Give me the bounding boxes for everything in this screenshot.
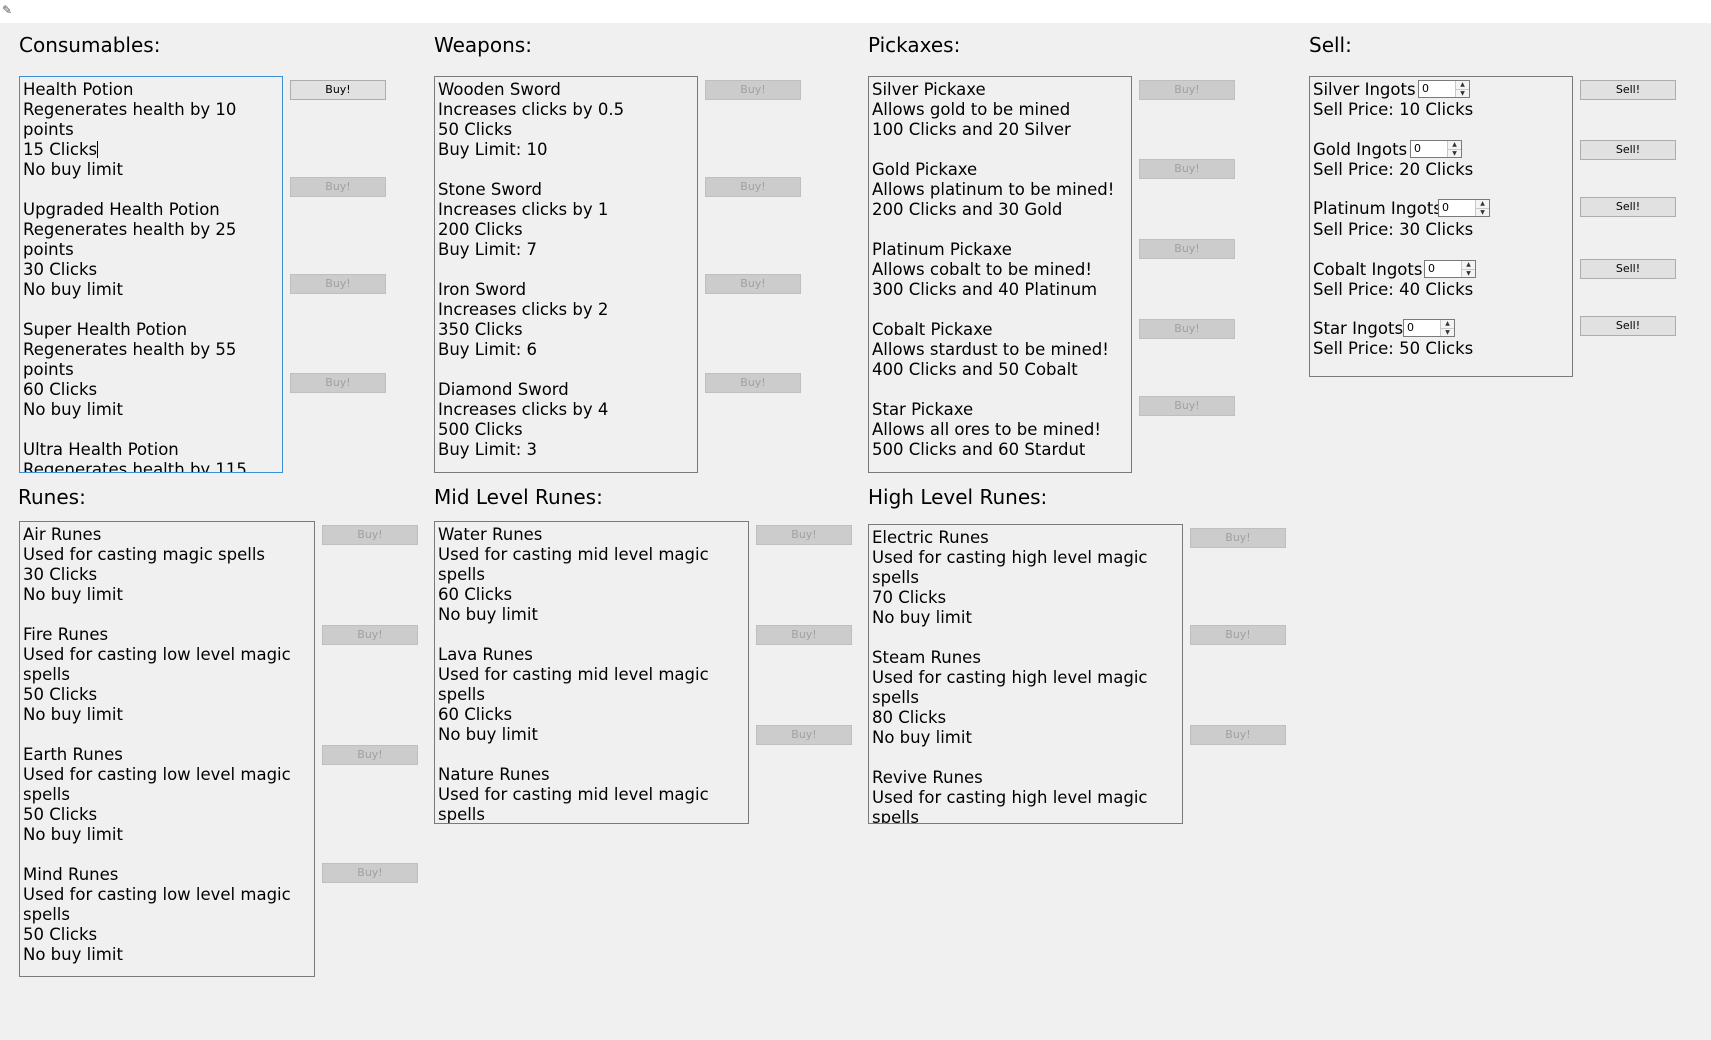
sell-star-ingots-button[interactable]: Sell!	[1580, 316, 1676, 336]
buy-iron-sword-button[interactable]: Buy!	[705, 274, 801, 294]
star-ingots-quantity-stepper[interactable]: 0 ▲ ▼	[1403, 319, 1455, 337]
buy-cobalt-pickaxe-button[interactable]: Buy!	[1139, 319, 1235, 339]
weapons-text: Wooden Sword Increases clicks by 0.5 50 …	[438, 80, 625, 459]
consumables-textbox[interactable]: Health Potion Regenerates health by 10 p…	[19, 76, 283, 473]
high-runes-text: Electric Runes Used for casting high lev…	[872, 528, 1148, 824]
spin-down-icon[interactable]: ▼	[1441, 328, 1454, 336]
sell-item-price: Sell Price: 40 Clicks	[1313, 280, 1474, 299]
sell-title: Sell:	[1309, 33, 1352, 57]
spin-up-icon[interactable]: ▲	[1462, 261, 1475, 269]
sell-platinum-ingots-button[interactable]: Sell!	[1580, 197, 1676, 217]
spin-up-icon[interactable]: ▲	[1441, 320, 1454, 328]
buy-nature-runes-button[interactable]: Buy!	[756, 725, 852, 745]
quantity-value: 0	[1428, 262, 1435, 275]
runes-title: Runes:	[18, 485, 86, 509]
sell-item-price: Sell Price: 10 Clicks	[1313, 100, 1474, 119]
buy-ultra-health-potion-button[interactable]: Buy!	[290, 373, 386, 393]
sell-silver-ingots-button[interactable]: Sell!	[1580, 80, 1676, 100]
buy-earth-runes-button[interactable]: Buy!	[322, 745, 418, 765]
consumables-text-b: No buy limit Upgraded Health Potion Rege…	[23, 160, 247, 473]
sell-item-price: Sell Price: 30 Clicks	[1313, 220, 1474, 239]
high-runes-title: High Level Runes:	[868, 485, 1048, 509]
buy-super-health-potion-button[interactable]: Buy!	[290, 274, 386, 294]
gold-ingots-quantity-stepper[interactable]: 0 ▲ ▼	[1410, 140, 1462, 158]
buy-health-potion-button[interactable]: Buy!	[290, 80, 386, 100]
platinum-ingots-quantity-stepper[interactable]: 0 ▲ ▼	[1438, 199, 1490, 217]
mid-runes-title: Mid Level Runes:	[434, 485, 603, 509]
spin-down-icon[interactable]: ▼	[1462, 269, 1475, 277]
sell-item-price: Sell Price: 50 Clicks	[1313, 339, 1474, 358]
spin-up-icon[interactable]: ▲	[1476, 200, 1489, 208]
spin-down-icon[interactable]: ▼	[1448, 149, 1461, 157]
quantity-value: 0	[1422, 82, 1429, 95]
buy-silver-pickaxe-button[interactable]: Buy!	[1139, 80, 1235, 100]
high-runes-textbox[interactable]: Electric Runes Used for casting high lev…	[868, 524, 1183, 824]
buy-stone-sword-button[interactable]: Buy!	[705, 177, 801, 197]
sell-item-name: Gold Ingots	[1313, 140, 1408, 159]
quantity-value: 0	[1442, 201, 1449, 214]
consumables-title: Consumables:	[19, 33, 161, 57]
sell-panel: Silver Ingots 0 ▲ ▼ Sell Price: 10 Clicks…	[1309, 76, 1573, 377]
silver-ingots-quantity-stepper[interactable]: 0 ▲ ▼	[1418, 80, 1470, 98]
buy-wooden-sword-button[interactable]: Buy!	[705, 80, 801, 100]
sell-gold-ingots-button[interactable]: Sell!	[1580, 140, 1676, 160]
buy-water-runes-button[interactable]: Buy!	[756, 525, 852, 545]
spin-up-icon[interactable]: ▲	[1456, 81, 1469, 89]
mid-runes-text: Water Runes Used for casting mid level m…	[438, 525, 709, 824]
weapons-title: Weapons:	[434, 33, 532, 57]
buy-electric-runes-button[interactable]: Buy!	[1190, 528, 1286, 548]
runes-textbox[interactable]: Air Runes Used for casting magic spells …	[19, 521, 315, 977]
pickaxes-title: Pickaxes:	[868, 33, 961, 57]
buy-star-pickaxe-button[interactable]: Buy!	[1139, 396, 1235, 416]
buy-air-runes-button[interactable]: Buy!	[322, 525, 418, 545]
sell-item-name: Cobalt Ingots	[1313, 260, 1423, 279]
buy-mind-runes-button[interactable]: Buy!	[322, 863, 418, 883]
sell-item-name: Star Ingots	[1313, 319, 1404, 338]
spin-down-icon[interactable]: ▼	[1476, 208, 1489, 216]
mid-runes-textbox[interactable]: Water Runes Used for casting mid level m…	[434, 521, 749, 824]
buy-lava-runes-button[interactable]: Buy!	[756, 625, 852, 645]
quantity-value: 0	[1407, 321, 1414, 334]
buy-steam-runes-button[interactable]: Buy!	[1190, 625, 1286, 645]
sell-item-price: Sell Price: 20 Clicks	[1313, 160, 1474, 179]
quantity-value: 0	[1414, 142, 1421, 155]
buy-gold-pickaxe-button[interactable]: Buy!	[1139, 159, 1235, 179]
sell-item-name: Silver Ingots	[1313, 80, 1416, 99]
sell-item-name: Platinum Ingots	[1313, 199, 1442, 218]
sell-cobalt-ingots-button[interactable]: Sell!	[1580, 259, 1676, 279]
spin-down-icon[interactable]: ▼	[1456, 89, 1469, 97]
text-caret	[97, 141, 99, 158]
consumables-text-a: Health Potion Regenerates health by 10 p…	[23, 80, 237, 159]
buy-diamond-sword-button[interactable]: Buy!	[705, 373, 801, 393]
buy-upgraded-health-potion-button[interactable]: Buy!	[290, 177, 386, 197]
buy-platinum-pickaxe-button[interactable]: Buy!	[1139, 239, 1235, 259]
pickaxes-text: Silver Pickaxe Allows gold to be mined 1…	[872, 80, 1115, 459]
cobalt-ingots-quantity-stepper[interactable]: 0 ▲ ▼	[1424, 260, 1476, 278]
pickaxes-textbox[interactable]: Silver Pickaxe Allows gold to be mined 1…	[868, 76, 1132, 473]
buy-fire-runes-button[interactable]: Buy!	[322, 625, 418, 645]
title-bar: ✎	[0, 0, 1711, 23]
spin-up-icon[interactable]: ▲	[1448, 141, 1461, 149]
app-icon[interactable]: ✎	[2, 4, 12, 16]
weapons-textbox[interactable]: Wooden Sword Increases clicks by 0.5 50 …	[434, 76, 698, 473]
runes-text: Air Runes Used for casting magic spells …	[23, 525, 291, 964]
buy-revive-runes-button[interactable]: Buy!	[1190, 725, 1286, 745]
